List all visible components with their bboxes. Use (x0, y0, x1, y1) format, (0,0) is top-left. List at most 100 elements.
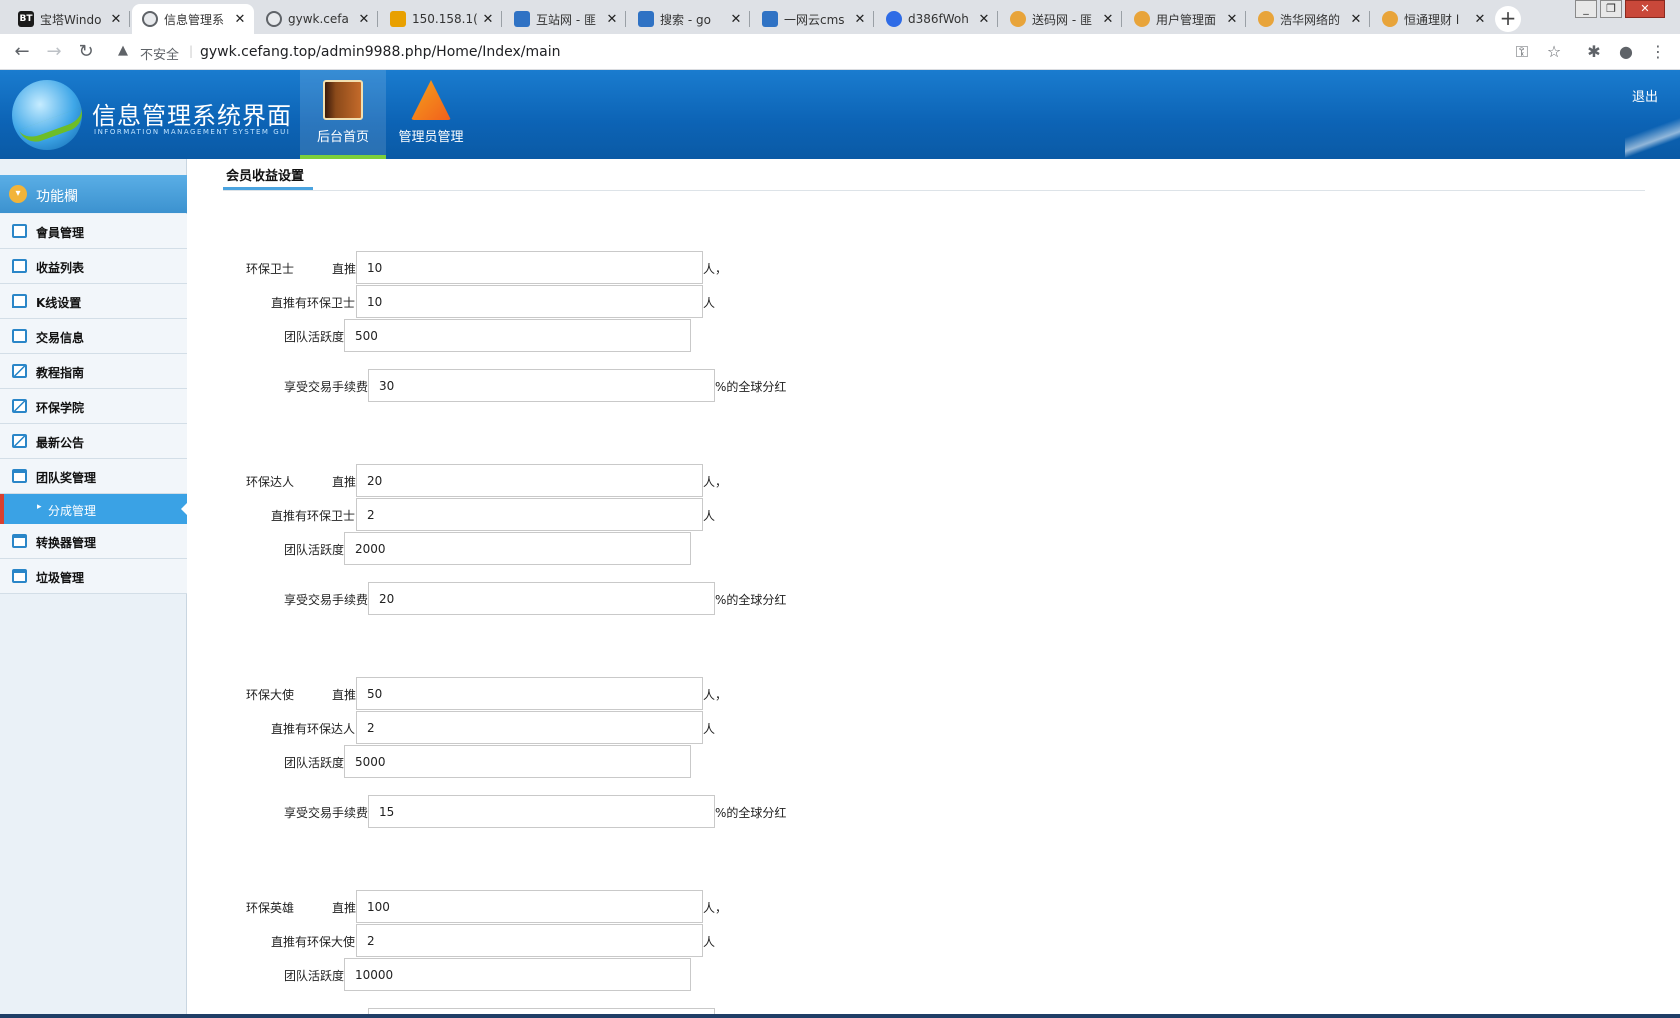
tab-title: 送码网 - 匪 (1032, 12, 1092, 27)
sidebar-heading-label: 功能欄 (36, 189, 78, 205)
restore-window-icon[interactable]: ❐ (1600, 0, 1622, 18)
close-tab-icon[interactable]: ✕ (1224, 12, 1240, 27)
browser-tab[interactable]: gywk.cefa ✕ (256, 4, 378, 34)
logout-link[interactable]: 退出 (1632, 86, 1658, 105)
key-icon[interactable]: ⚿ (1512, 42, 1532, 62)
url-field[interactable]: gywk.cefang.top/admin9988.php/Home/Index… (200, 44, 560, 60)
close-window-icon[interactable]: ✕ (1625, 0, 1665, 18)
browser-tab[interactable]: 搜索 - go ✕ (628, 4, 750, 34)
browser-tab[interactable]: BT 宝塔Windo ✕ (8, 4, 130, 34)
sub-label: 直推有环保卫士 (271, 296, 356, 310)
minimize-window-icon[interactable]: _ (1575, 0, 1597, 18)
more-menu-icon[interactable]: ⋮ (1648, 42, 1668, 61)
bookmark-star-icon[interactable]: ☆ (1544, 42, 1564, 61)
warning-triangle-icon[interactable]: ▲ (118, 43, 128, 58)
sidebar-subitem-label: 分成管理 (48, 504, 97, 518)
sidebar-heading[interactable]: ▾ 功能欄 (0, 175, 187, 213)
sidebar-item-converter-management[interactable]: 转换器管理 (0, 524, 187, 559)
close-tab-icon[interactable]: ✕ (728, 12, 744, 27)
close-tab-icon[interactable]: ✕ (1472, 12, 1488, 27)
coin-favicon-icon (1382, 11, 1398, 27)
team-activity-input[interactable] (344, 532, 691, 565)
team-activity-input[interactable] (344, 958, 691, 991)
close-tab-icon[interactable]: ✕ (1348, 12, 1364, 27)
direct-count-input[interactable] (356, 890, 703, 923)
os-taskbar (0, 1014, 1680, 1018)
back-arrow-icon[interactable]: ← (10, 40, 34, 64)
direct-count-input[interactable] (356, 251, 703, 284)
team-label: 团队活跃度 (284, 543, 345, 557)
close-tab-icon[interactable]: ✕ (108, 12, 124, 27)
security-label[interactable]: 不安全 (140, 44, 179, 63)
team-activity-input[interactable] (344, 319, 691, 352)
close-tab-icon[interactable]: ✕ (976, 12, 992, 27)
edit-icon (12, 364, 27, 378)
tab-title: 恒通理财 l (1404, 12, 1460, 27)
sidebar-item-garbage-management[interactable]: 垃圾管理 (0, 559, 187, 594)
sidebar-item-trade-info[interactable]: 交易信息 (0, 319, 187, 354)
sub-count-input[interactable] (356, 285, 703, 318)
sidebar-item-label: K线设置 (36, 296, 82, 310)
sidebar-item-label: 最新公告 (36, 436, 85, 450)
sidebar-item-kline-settings[interactable]: K线设置 (0, 284, 187, 319)
browser-tab-active[interactable]: 信息管理系 ✕ (132, 4, 254, 34)
tab-title: d386fWoh (908, 12, 969, 26)
fee-percent-input[interactable] (368, 582, 715, 615)
team-activity-input[interactable] (344, 745, 691, 778)
fee-suffix: %的全球分红 (715, 380, 787, 394)
tab-title: 用户管理面 (1156, 12, 1217, 27)
extensions-puzzle-icon[interactable]: ✱ (1584, 42, 1604, 61)
browser-tab[interactable]: 恒通理财 l ✕ (1372, 4, 1494, 34)
bt-favicon-icon: BT (18, 11, 34, 27)
fee-percent-input[interactable] (368, 369, 715, 402)
browser-tab[interactable]: 一网云cms ✕ (752, 4, 874, 34)
sub-count-input[interactable] (356, 711, 703, 744)
sidebar-item-income-list[interactable]: 收益列表 (0, 249, 187, 284)
forward-arrow-icon[interactable]: → (42, 40, 66, 64)
close-tab-icon[interactable]: ✕ (604, 12, 620, 27)
nav-admin-management[interactable]: 管理员管理 (388, 70, 474, 159)
direct-label: 直推 (332, 262, 357, 276)
app-header: 信息管理系统界面 INFORMATION MANAGEMENT SYSTEM G… (0, 70, 1680, 159)
sidebar-item-member-management[interactable]: 會員管理 (0, 214, 187, 249)
sidebar-item-latest-announcements[interactable]: 最新公告 (0, 424, 187, 459)
direct-count-input[interactable] (356, 464, 703, 497)
sidebar-subitem-revenue-share[interactable]: ▸ 分成管理 (0, 494, 188, 524)
tab-title: 信息管理系 (164, 12, 225, 27)
sidebar-item-label: 教程指南 (36, 366, 85, 380)
browser-tab[interactable]: 150.158.1(✕ (380, 4, 502, 34)
close-tab-icon[interactable]: ✕ (1100, 12, 1116, 27)
browser-tab[interactable]: 送码网 - 匪 ✕ (1000, 4, 1122, 34)
new-tab-button[interactable]: + (1495, 6, 1521, 32)
team-label: 团队活跃度 (284, 969, 345, 983)
address-bar: ← → ↻ ▲ 不安全 | gywk.cefang.top/admin9988.… (0, 34, 1680, 70)
sidebar-item-label: 环保学院 (36, 401, 85, 415)
sidebar-item-label: 转换器管理 (36, 536, 97, 550)
close-tab-icon[interactable]: ✕ (852, 12, 868, 27)
sidebar-item-label: 交易信息 (36, 331, 85, 345)
browser-tab[interactable]: d386fWoh ✕ (876, 4, 998, 34)
nav-home[interactable]: 后台首页 (300, 70, 386, 159)
close-tab-icon[interactable]: ✕ (232, 12, 248, 27)
sub-count-input[interactable] (356, 498, 703, 531)
sidebar-item-tutorial-guide[interactable]: 教程指南 (0, 354, 187, 389)
browser-tab[interactable]: 互站网 - 匪 ✕ (504, 4, 626, 34)
sidebar-item-eco-academy[interactable]: 环保学院 (0, 389, 187, 424)
close-tab-icon[interactable]: ✕ (356, 12, 372, 27)
team-label: 团队活跃度 (284, 756, 345, 770)
reload-icon[interactable]: ↻ (74, 40, 98, 64)
browser-tab[interactable]: 浩华网络的 ✕ (1248, 4, 1370, 34)
close-tab-icon[interactable]: ✕ (480, 12, 496, 27)
direct-count-input[interactable] (356, 677, 703, 710)
sidebar-item-team-bonus[interactable]: 团队奖管理 (0, 459, 187, 494)
calendar-icon (12, 569, 27, 583)
sub-count-input[interactable] (356, 924, 703, 957)
profile-avatar-icon[interactable]: ● (1616, 42, 1636, 61)
nav-home-label: 后台首页 (316, 130, 369, 145)
fee-label: 享受交易手续费 (284, 806, 369, 820)
page-favicon-icon (638, 11, 654, 27)
system-subtitle: INFORMATION MANAGEMENT SYSTEM GUI (94, 128, 291, 136)
fee-percent-input[interactable] (368, 795, 715, 828)
fee-suffix: %的全球分红 (715, 806, 787, 820)
browser-tab[interactable]: 用户管理面 ✕ (1124, 4, 1246, 34)
